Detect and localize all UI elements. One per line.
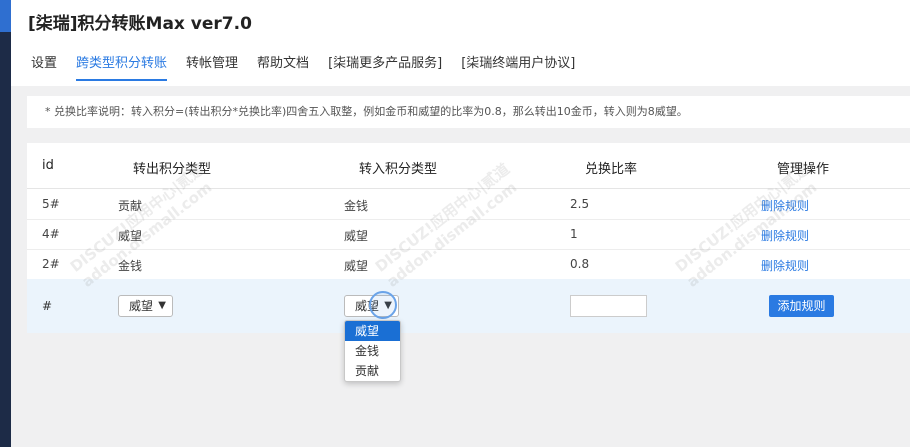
tab-bar: 设置 跨类型积分转账 转帐管理 帮助文档 [柒瑞更多产品服务] [柒瑞终端用户协…: [31, 52, 594, 81]
header-to: 转入积分类型: [359, 162, 438, 177]
header-from: 转出积分类型: [133, 162, 212, 177]
header-action: 管理操作: [777, 162, 830, 177]
tab-help-docs[interactable]: 帮助文档: [257, 52, 309, 81]
table-header: id 转出积分类型 转入积分类型 兑换比率 管理操作: [27, 143, 910, 189]
tab-transfer-management[interactable]: 转帐管理: [186, 52, 238, 81]
tab-cross-type-transfer[interactable]: 跨类型积分转账: [76, 52, 168, 81]
ratio-notice: * 兑换比率说明：转入积分=(转出积分*兑换比率)四舍五入取整，例如金币和威望的…: [27, 96, 910, 128]
to-type-dropdown-list: 威望 金钱 贡献: [344, 320, 401, 382]
delete-rule-link[interactable]: 删除规则: [761, 257, 809, 274]
page-title: [柒瑞]积分转账Max ver7.0: [28, 14, 252, 34]
rules-table: id 转出积分类型 转入积分类型 兑换比率 管理操作 5# 贡献 金钱 2.5 …: [27, 143, 910, 333]
row-from: 贡献: [118, 199, 143, 213]
row-id: 5#: [42, 197, 60, 211]
delete-rule-link[interactable]: 删除规则: [761, 197, 809, 214]
tab-settings[interactable]: 设置: [31, 52, 57, 81]
tab-user-agreement[interactable]: [柒瑞终端用户协议]: [461, 52, 575, 81]
row-from: 威望: [118, 229, 143, 243]
from-type-select[interactable]: 威望 ▼: [118, 295, 173, 317]
header: [柒瑞]积分转账Max ver7.0 设置 跨类型积分转账 转帐管理 帮助文档 …: [11, 0, 910, 86]
from-type-value: 威望: [129, 299, 154, 313]
header-id: id: [42, 158, 54, 173]
header-ratio: 兑换比率: [585, 162, 638, 177]
add-row-id: #: [42, 299, 53, 313]
row-ratio: 2.5: [570, 197, 590, 211]
dropdown-option[interactable]: 贡献: [345, 361, 400, 381]
delete-rule-link[interactable]: 删除规则: [761, 227, 809, 244]
chevron-down-icon: ▼: [158, 300, 166, 311]
dropdown-option[interactable]: 威望: [345, 321, 400, 341]
add-rule-button[interactable]: 添加规则: [769, 295, 834, 317]
row-to: 金钱: [344, 199, 369, 213]
row-id: 4#: [42, 227, 60, 241]
sidebar-active-marker: [0, 0, 11, 32]
row-from: 金钱: [118, 259, 143, 273]
row-id: 2#: [42, 257, 60, 271]
row-ratio: 0.8: [570, 257, 590, 271]
tab-more-products[interactable]: [柒瑞更多产品服务]: [328, 52, 442, 81]
table-row: 2# 金钱 威望 0.8 删除规则: [27, 249, 910, 280]
left-sidebar: [0, 0, 11, 447]
click-indicator: [369, 291, 397, 319]
table-row: 5# 贡献 金钱 2.5 删除规则: [27, 189, 910, 220]
row-to: 威望: [344, 259, 369, 273]
ratio-input[interactable]: [570, 295, 647, 317]
row-ratio: 1: [570, 227, 578, 241]
row-to: 威望: [344, 229, 369, 243]
table-row: 4# 威望 威望 1 删除规则: [27, 219, 910, 250]
add-rule-row: # 威望 ▼ 威望 ▼ 添加规则: [27, 279, 910, 333]
dropdown-option[interactable]: 金钱: [345, 341, 400, 361]
